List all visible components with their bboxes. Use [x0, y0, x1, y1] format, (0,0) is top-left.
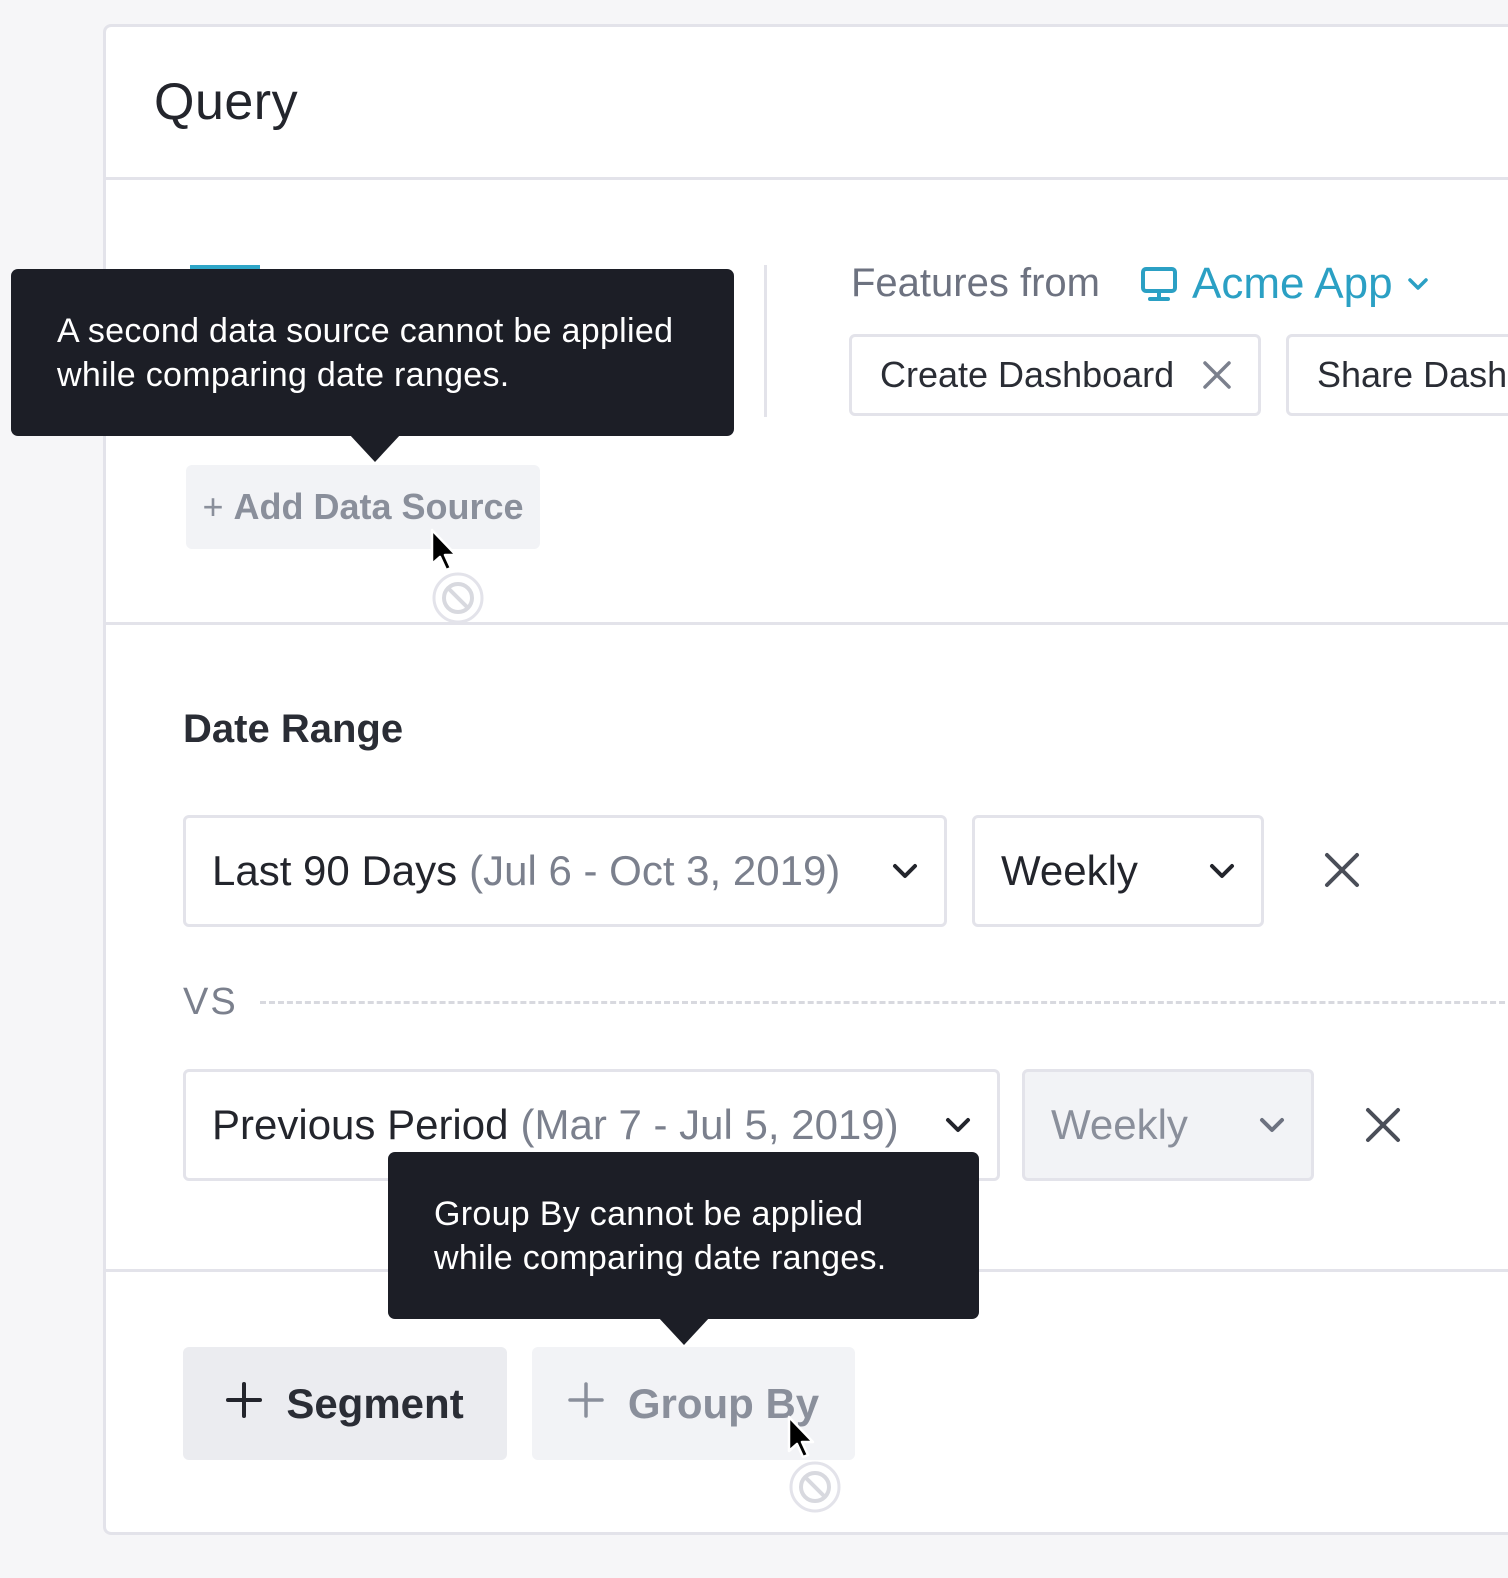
close-icon — [1323, 851, 1361, 894]
page-title: Query — [154, 73, 299, 131]
features-from-label: Features from — [851, 261, 1100, 305]
feature-chip-label: Share Dash — [1317, 354, 1508, 395]
remove-comparison-button[interactable] — [1358, 1102, 1408, 1152]
chevron-down-icon — [1209, 862, 1235, 880]
comparison-range-label: Previous Period — [212, 1101, 509, 1148]
add-data-source-label: Add Data Source — [233, 486, 524, 527]
plus-icon: + — [202, 486, 224, 527]
plus-icon — [226, 1380, 263, 1428]
interval-label: Weekly — [1001, 847, 1138, 894]
comparison-interval-select: Weekly — [1022, 1069, 1314, 1181]
close-icon — [1364, 1106, 1402, 1149]
vs-label: VS — [183, 980, 238, 1023]
date-range-select[interactable]: Last 90 Days (Jul 6 - Oct 3, 2019) — [183, 815, 947, 927]
section-divider — [764, 265, 767, 417]
divider — [106, 622, 1508, 625]
app-name: Acme App — [1192, 259, 1393, 308]
chevron-down-icon — [892, 862, 918, 880]
plus-icon — [568, 1380, 604, 1428]
feature-chip[interactable]: Share Dash — [1286, 334, 1508, 416]
chevron-down-icon — [1259, 1116, 1285, 1134]
date-range-label: Last 90 Days — [212, 847, 458, 894]
add-segment-button[interactable]: Segment — [183, 1347, 507, 1460]
not-allowed-cursor-icon — [785, 1415, 847, 1520]
date-range-title: Date Range — [183, 707, 404, 751]
monitor-icon — [1140, 266, 1178, 302]
date-range-dates: (Jul 6 - Oct 3, 2019) — [469, 847, 841, 894]
dashed-line — [259, 1000, 1508, 1004]
remove-date-range-button[interactable] — [1317, 847, 1367, 897]
segment-label: Segment — [286, 1379, 464, 1427]
chevron-down-icon — [945, 1116, 971, 1134]
feature-chip-label: Create Dashboard — [880, 354, 1175, 395]
not-allowed-cursor-icon — [428, 528, 490, 633]
comparison-range-dates: (Mar 7 - Jul 5, 2019) — [520, 1101, 899, 1148]
comparison-interval-label: Weekly — [1051, 1101, 1188, 1148]
feature-chip[interactable]: Create Dashboard — [849, 334, 1261, 416]
close-icon[interactable] — [1202, 360, 1232, 390]
group-by-tooltip: Group By cannot be applied while compari… — [388, 1152, 979, 1345]
interval-select[interactable]: Weekly — [972, 815, 1264, 927]
app-selector[interactable]: Acme App — [1140, 259, 1429, 309]
vs-separator: VS — [183, 977, 1508, 1027]
data-source-tooltip: A second data source cannot be applied w… — [11, 269, 734, 462]
panel-header: Query — [106, 27, 1508, 180]
chevron-down-icon — [1407, 276, 1429, 292]
